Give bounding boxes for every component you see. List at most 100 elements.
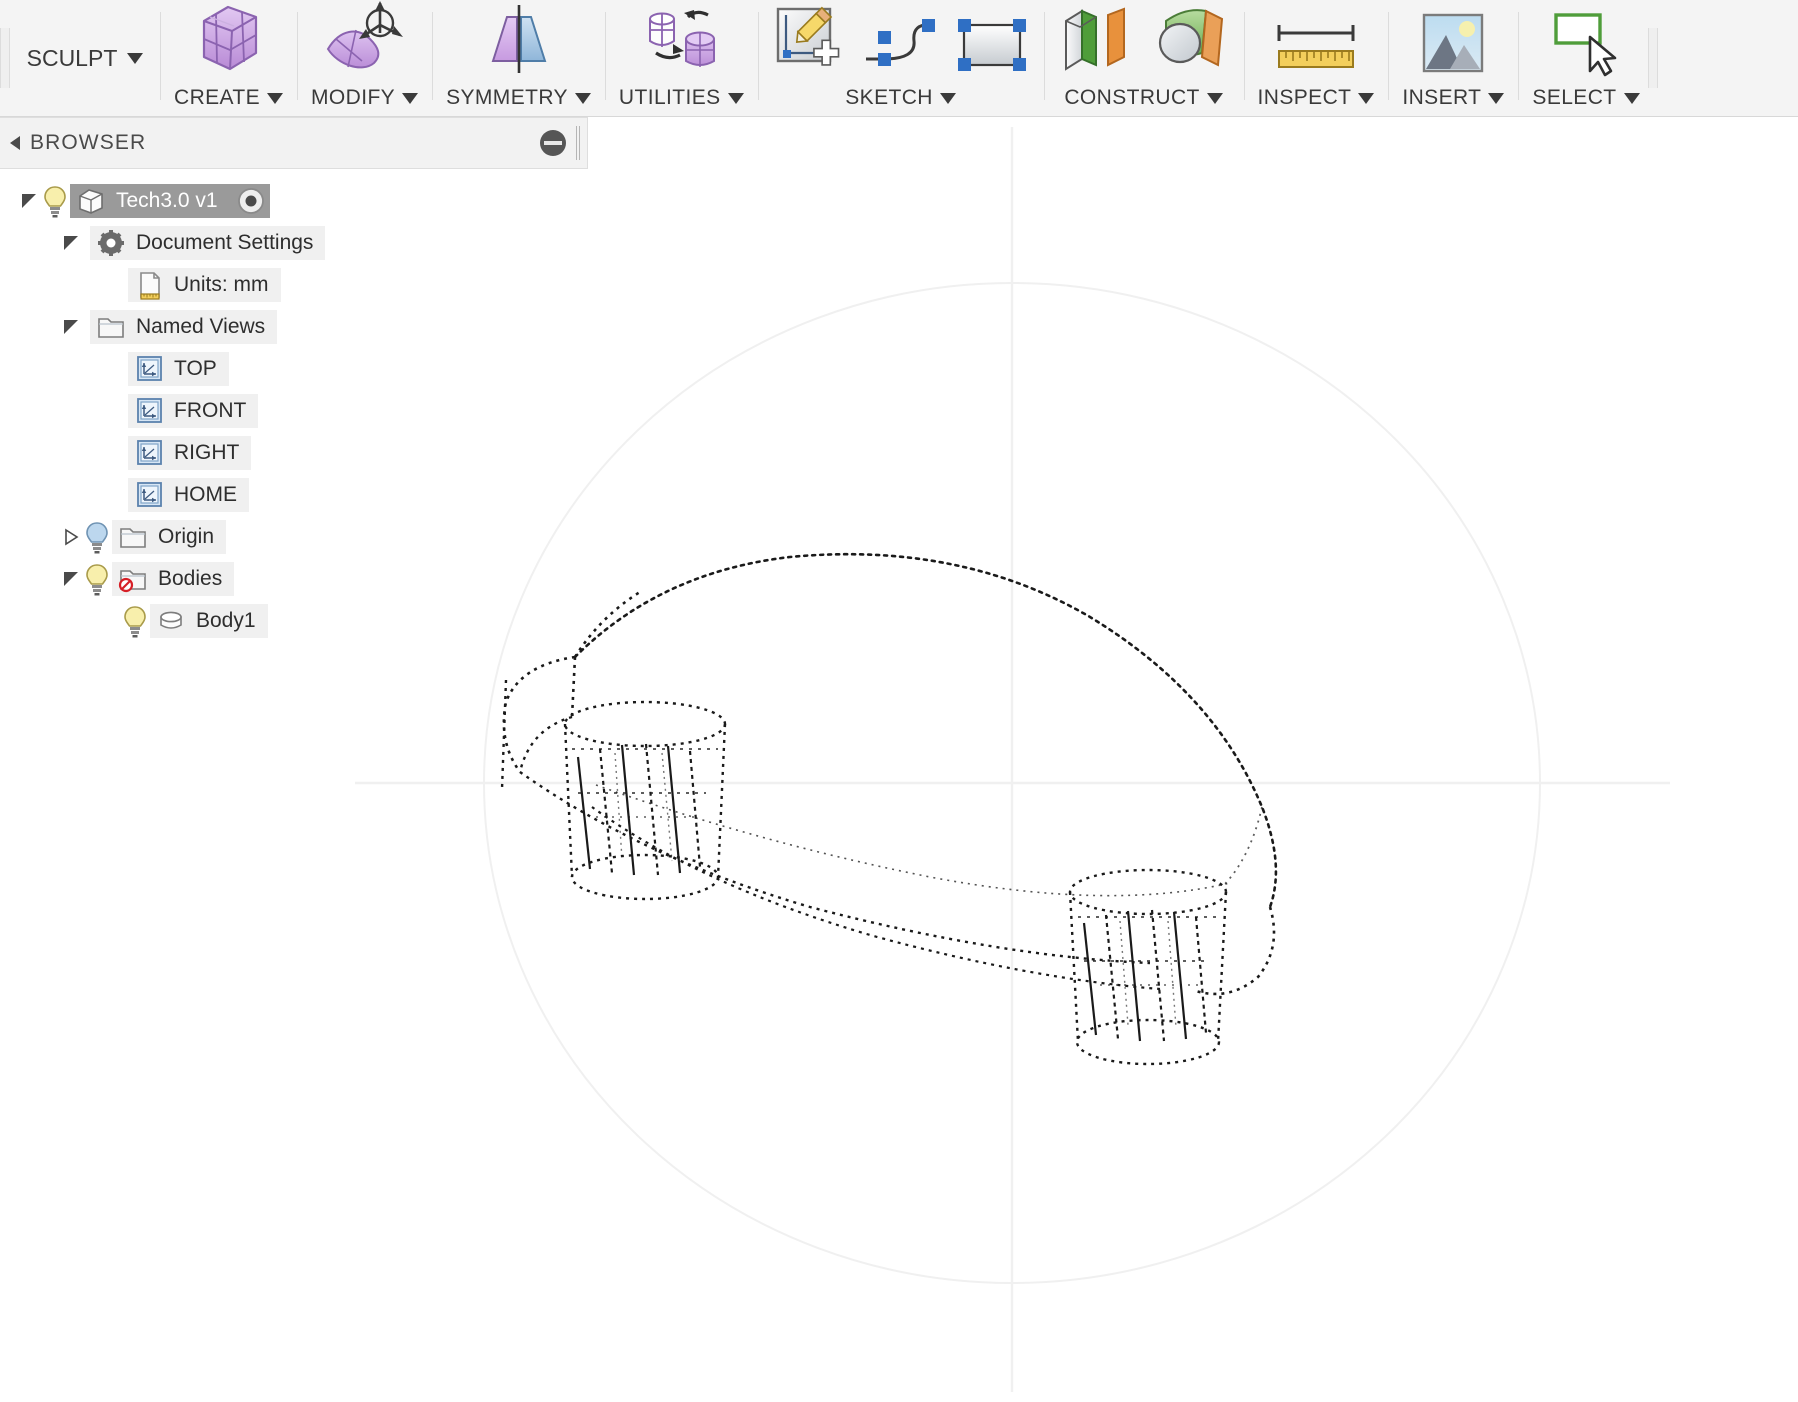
toolbar-group-insert: INSERT: [1388, 0, 1518, 116]
triangle-down-filled-icon: [64, 572, 78, 586]
tree-item-chip[interactable]: Tech3.0 v1: [70, 184, 270, 218]
toolbar-group-symmetry-label[interactable]: SYMMETRY: [446, 82, 591, 110]
triangle-down-filled-icon: [64, 236, 78, 250]
tree-item-chip[interactable]: RIGHT: [128, 436, 252, 470]
named-view-icon: [137, 398, 162, 423]
wireframe-model: [500, 552, 1278, 1066]
tree-item-chip[interactable]: Named Views: [90, 310, 278, 344]
tree-item-chip[interactable]: HOME: [128, 478, 249, 512]
toolbar-group-sketch: SKETCH: [757, 0, 1044, 116]
gear-icon: [98, 230, 124, 256]
light-bulb-icon: [86, 564, 108, 596]
folder-blocked-icon: [118, 570, 146, 593]
folder-icon: [120, 528, 146, 548]
component-icon: [79, 189, 103, 214]
light-bulb-icon: [124, 606, 146, 638]
tree-item-front[interactable]: FRONT: [0, 390, 588, 432]
toolbar-left-grip[interactable]: [0, 28, 10, 88]
tree-item-bodies[interactable]: Bodies: [0, 558, 588, 600]
named-view-icon: [137, 440, 162, 465]
tree-item-label: Body1: [196, 609, 256, 632]
twisty-expanded[interactable]: [60, 232, 82, 254]
measure-ruler-icon[interactable]: [1273, 17, 1359, 82]
browser-collapse-button[interactable]: [0, 136, 30, 150]
toolbar-group-insert-label[interactable]: INSERT: [1402, 82, 1505, 110]
tree-item-units[interactable]: Units: mm: [0, 264, 588, 306]
toolbar-group-sketch-label[interactable]: SKETCH: [845, 82, 956, 110]
chevron-down-icon: [939, 92, 956, 104]
activate-component-radio[interactable]: [236, 186, 266, 216]
mirror-symmetry-icon[interactable]: [481, 1, 557, 82]
browser-tree: Tech3.0 v1 Document Settings Units: mm N…: [0, 180, 588, 642]
select-window-cursor-icon[interactable]: [1550, 9, 1622, 82]
tree-item-label: RIGHT: [174, 441, 240, 464]
offset-plane-icon[interactable]: [1058, 3, 1132, 82]
tree-item-chip[interactable]: Units: mm: [128, 268, 281, 302]
toolbar-group-inspect: INSPECT: [1243, 0, 1389, 116]
chevron-down-icon: [1358, 92, 1375, 104]
tree-item-chip[interactable]: Document Settings: [90, 226, 326, 260]
toolbar-group-select-label[interactable]: SELECT: [1532, 82, 1640, 110]
toolbar-group-create: CREATE: [160, 0, 297, 116]
tree-item-docset[interactable]: Document Settings: [0, 222, 588, 264]
twisty-expanded[interactable]: [60, 568, 82, 590]
toolbar-group-symmetry: SYMMETRY: [432, 0, 605, 116]
right-cylinder-boss: [1068, 868, 1228, 1066]
toolbar-group-inspect-label[interactable]: INSPECT: [1258, 82, 1375, 110]
tree-item-chip[interactable]: FRONT: [128, 394, 259, 428]
tree-item-body1[interactable]: Body1: [0, 600, 588, 642]
tree-item-namedviews[interactable]: Named Views: [0, 306, 588, 348]
named-view-icon: [137, 482, 162, 507]
quadball-create-icon[interactable]: [190, 1, 268, 82]
toolbar-group-construct-label[interactable]: CONSTRUCT: [1064, 82, 1223, 110]
radio-icon: [237, 188, 264, 214]
tree-item-label: Tech3.0 v1: [116, 189, 218, 212]
folder-icon: [98, 318, 124, 338]
chevron-down-icon: [267, 92, 284, 104]
create-sketch-icon[interactable]: [772, 3, 844, 82]
minimize-icon[interactable]: [540, 130, 566, 156]
tree-item-right[interactable]: RIGHT: [0, 432, 588, 474]
tree-item-label: Origin: [158, 525, 215, 548]
left-cylinder-boss: [563, 700, 727, 901]
toolbar-group-modify-label[interactable]: MODIFY: [311, 82, 419, 110]
workspace-mode-sculpt[interactable]: SCULPT: [10, 0, 160, 116]
chevron-down-icon: [574, 92, 591, 104]
workspace-mode-label: SCULPT: [26, 44, 118, 71]
chevron-down-icon: [1623, 92, 1640, 104]
tree-item-chip[interactable]: TOP: [128, 352, 229, 386]
plane-at-angle-icon[interactable]: [1150, 3, 1230, 82]
tree-item-root[interactable]: Tech3.0 v1: [0, 180, 588, 222]
toolbar-group-create-label[interactable]: CREATE: [174, 82, 284, 110]
chevron-down-icon: [727, 92, 744, 104]
twisty-expanded[interactable]: [60, 316, 82, 338]
convert-utilities-icon[interactable]: [640, 1, 722, 82]
tree-item-label: Named Views: [136, 315, 266, 338]
tree-item-chip[interactable]: Body1: [150, 604, 268, 638]
tree-item-label: Units: mm: [174, 273, 269, 296]
tree-item-origin[interactable]: Origin: [0, 516, 588, 558]
twisty-collapsed[interactable]: [60, 526, 82, 548]
triangle-right-outline-icon: [65, 528, 79, 546]
main-toolbar: SCULPT CREATE MODIFY SYMMETRY UTILITIES …: [0, 0, 1798, 117]
tree-item-home[interactable]: HOME: [0, 474, 588, 516]
chevron-down-icon: [402, 92, 419, 104]
browser-panel-header: BROWSER: [0, 117, 588, 169]
toolbar-group-utilities: UTILITIES: [604, 0, 758, 116]
toolbar-group-select: SELECT: [1518, 0, 1653, 116]
toolbar-group-utilities-label[interactable]: UTILITIES: [619, 82, 744, 110]
resize-grip-icon[interactable]: [576, 126, 581, 160]
tree-item-chip[interactable]: Origin: [112, 520, 227, 554]
toolbar-group-modify: MODIFY: [297, 0, 432, 116]
rectangle-icon[interactable]: [954, 15, 1030, 82]
edit-form-modify-icon[interactable]: [322, 1, 408, 82]
triangle-down-filled-icon: [22, 194, 36, 208]
tree-item-top[interactable]: TOP: [0, 348, 588, 390]
triangle-down-filled-icon: [64, 320, 78, 334]
insert-image-icon[interactable]: [1420, 9, 1486, 82]
body-icon: [160, 611, 182, 629]
spline-icon[interactable]: [862, 15, 936, 82]
chevron-down-icon: [1488, 92, 1505, 104]
twisty-expanded[interactable]: [18, 190, 40, 212]
tree-item-chip[interactable]: Bodies: [112, 562, 235, 596]
